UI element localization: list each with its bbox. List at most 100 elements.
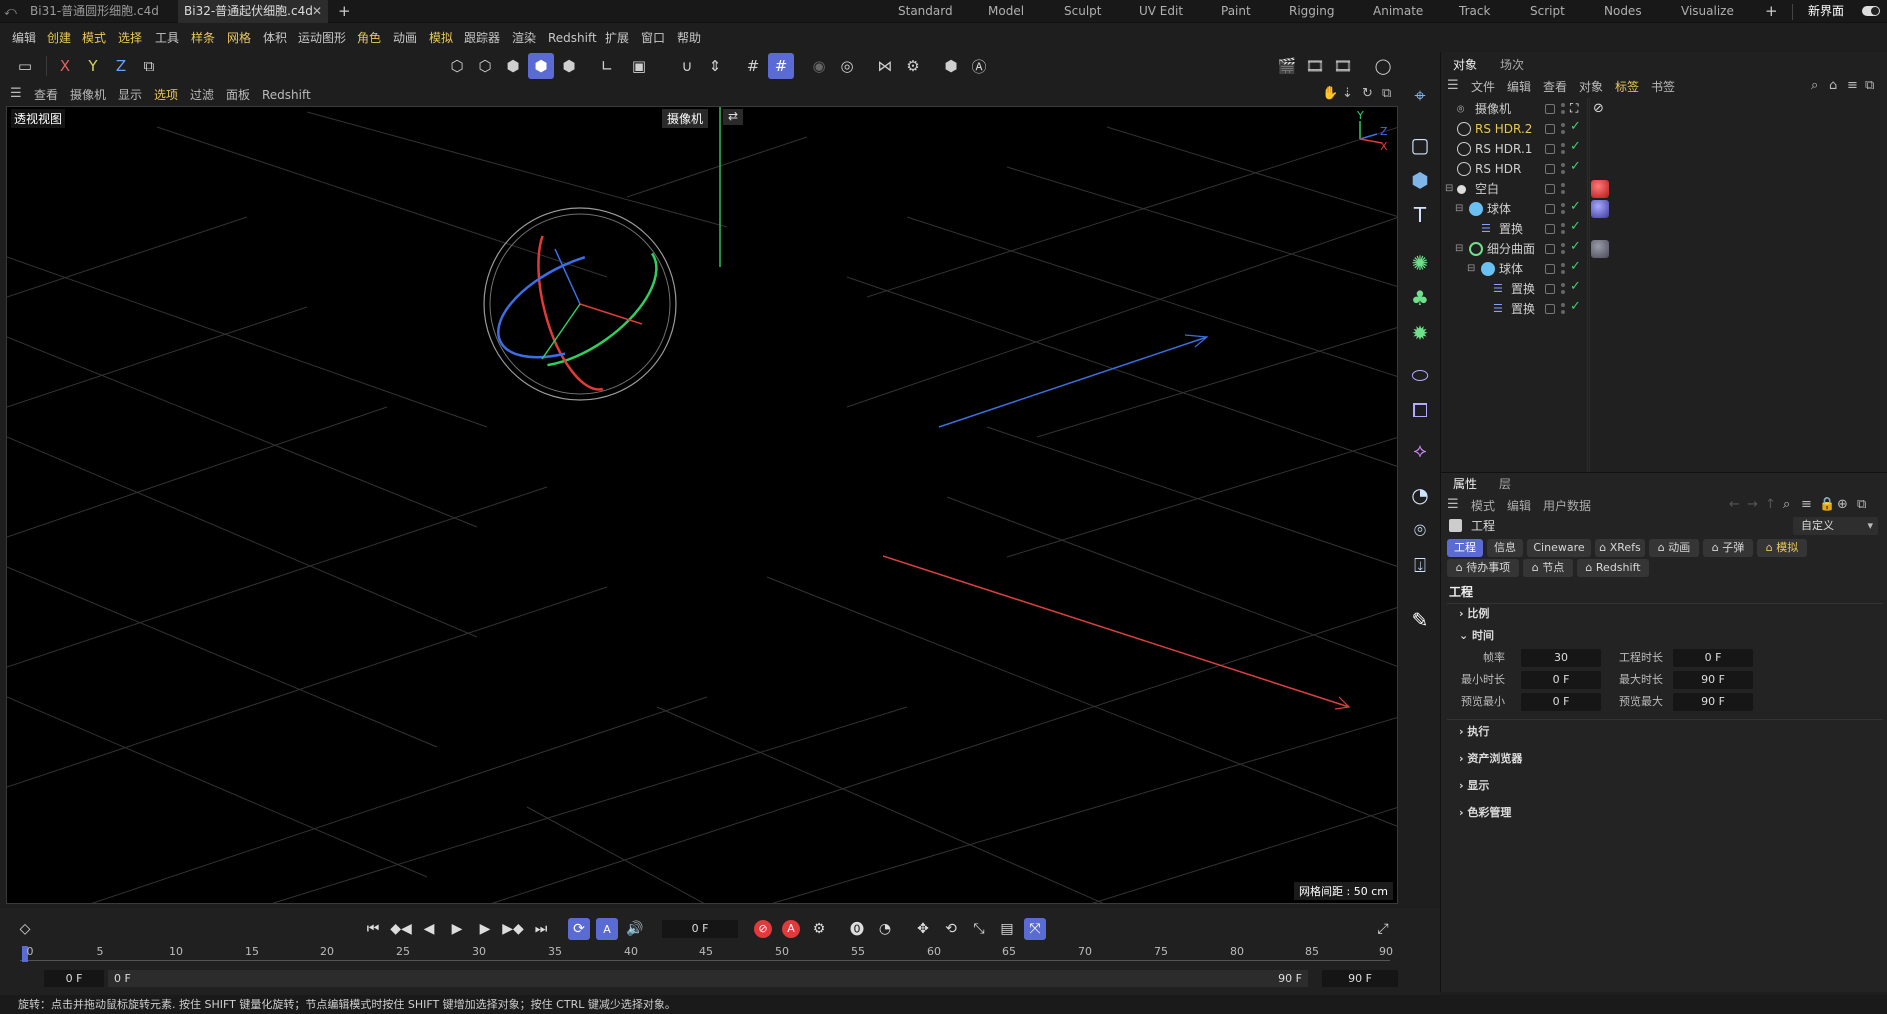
om-menu-tags[interactable]: 标签: [1615, 78, 1639, 96]
key-rotation-icon[interactable]: ⟲: [940, 918, 962, 940]
cube-outline-icon[interactable]: ▢: [1405, 130, 1435, 160]
visibility-dots[interactable]: [1561, 150, 1565, 154]
object-row-rs-hdr[interactable]: RS HDR: [1441, 159, 1591, 179]
texture-mode-icon[interactable]: ⬢: [556, 53, 582, 79]
no-render-tag-icon[interactable]: ⊘: [1593, 101, 1604, 116]
layer-checkbox[interactable]: [1545, 284, 1555, 294]
viewport-menu-camera[interactable]: 摄像机: [70, 86, 106, 104]
visibility-dots[interactable]: [1561, 243, 1565, 247]
current-frame-field[interactable]: 0 F: [662, 920, 738, 938]
close-tab-icon[interactable]: ✕: [312, 0, 322, 23]
active-camera-label[interactable]: 摄像机: [662, 109, 709, 128]
snap-settings-icon[interactable]: ⇕: [702, 53, 728, 79]
deformer-icon[interactable]: ⬭: [1405, 360, 1435, 390]
grid-snap-icon[interactable]: #: [740, 53, 766, 79]
chip-bullet[interactable]: ⌂ 子弹: [1703, 539, 1753, 557]
group-display[interactable]: › 显示: [1459, 777, 1489, 795]
back-icon[interactable]: ←: [1729, 497, 1740, 512]
fcurve-toggle-icon[interactable]: ⤢: [1372, 918, 1394, 940]
visibility-dots[interactable]: [1561, 203, 1565, 207]
render-settings-icon[interactable]: 🎞: [1330, 53, 1356, 79]
home-icon[interactable]: ⌂: [1829, 78, 1837, 93]
material-tag-purple[interactable]: [1591, 200, 1609, 218]
record-active-icon[interactable]: ⊘: [752, 918, 774, 940]
enabled-check-icon[interactable]: ✓: [1570, 259, 1581, 274]
move-view-icon[interactable]: ⇣: [1342, 86, 1353, 101]
range-start-field[interactable]: 0 F: [44, 970, 104, 987]
symmetry-icon[interactable]: ⋈: [872, 53, 898, 79]
visibility-dots[interactable]: [1561, 290, 1565, 294]
viewport-menu-filter[interactable]: 过滤: [190, 86, 214, 104]
chip-animation[interactable]: ⌂ 动画: [1649, 539, 1699, 557]
layer-checkbox[interactable]: [1545, 164, 1555, 174]
z-axis-lock-button[interactable]: Z: [108, 53, 134, 79]
enabled-check-icon[interactable]: ✓: [1570, 299, 1581, 314]
group-color-management[interactable]: › 色彩管理: [1459, 804, 1511, 822]
file-tab-bi32[interactable]: Bi32-普通起伏细胞.c4d ✕: [178, 0, 328, 23]
layout-tab-standard[interactable]: Standard: [898, 0, 953, 23]
add-tab-icon[interactable]: +: [338, 2, 351, 20]
collapse-icon[interactable]: ⊟: [1467, 259, 1475, 279]
layer-checkbox[interactable]: [1545, 184, 1555, 194]
layer-checkbox[interactable]: [1545, 204, 1555, 214]
layout-tab-nodes[interactable]: Nodes: [1604, 0, 1642, 23]
new-layout-button[interactable]: 新界面: [1808, 0, 1844, 23]
tab-takes[interactable]: 场次: [1500, 56, 1524, 74]
enabled-check-icon[interactable]: ✓: [1570, 139, 1581, 154]
environment-icon[interactable]: ◔: [1405, 480, 1435, 510]
viewport-menu-view[interactable]: 查看: [34, 86, 58, 104]
max-time-field[interactable]: 90 F: [1673, 671, 1753, 689]
layer-checkbox[interactable]: [1545, 124, 1555, 134]
file-tab-bi31[interactable]: Bi31-普通圆形细胞.c4d: [0, 0, 178, 23]
object-row-displacer-2[interactable]: ☰ 置换: [1441, 279, 1591, 299]
axis-mode-icon[interactable]: ∟: [594, 53, 620, 79]
om-menu-bookmarks[interactable]: 书签: [1651, 78, 1675, 96]
play-icon[interactable]: ▶: [446, 918, 468, 940]
visibility-dots[interactable]: [1561, 270, 1565, 274]
menu-window[interactable]: 窗口: [641, 26, 665, 50]
cloner-icon[interactable]: ✺: [1405, 248, 1435, 278]
visibility-dots[interactable]: [1561, 310, 1565, 314]
expand-icon[interactable]: ⧉: [1857, 497, 1866, 512]
chip-nodes[interactable]: ⌂ 节点: [1523, 559, 1573, 577]
search-icon[interactable]: ⌕: [1811, 78, 1818, 93]
mograph-icon[interactable]: ♣: [1405, 283, 1435, 313]
menu-tools[interactable]: 工具: [155, 26, 179, 50]
visibility-dots[interactable]: [1561, 250, 1565, 254]
render-view-icon[interactable]: 🎬: [1274, 53, 1300, 79]
visibility-dots[interactable]: [1561, 263, 1565, 267]
object-row-displacer[interactable]: ☰ 置换: [1441, 219, 1591, 239]
visibility-dots[interactable]: [1561, 103, 1565, 107]
key-position-icon[interactable]: ✥: [912, 918, 934, 940]
attr-menu-user-data[interactable]: 用户数据: [1543, 497, 1591, 515]
snap-magnet-icon[interactable]: ∪: [674, 53, 700, 79]
menu-mesh[interactable]: 网格: [227, 26, 251, 50]
go-to-end-icon[interactable]: ⏭: [530, 918, 552, 940]
layer-checkbox[interactable]: [1545, 264, 1555, 274]
viewport-menu-redshift[interactable]: Redshift: [262, 86, 311, 104]
viewport-menu-panel[interactable]: 面板: [226, 86, 250, 104]
pan-view-icon[interactable]: ✋: [1322, 86, 1338, 101]
maximize-view-icon[interactable]: ⧉: [1382, 86, 1391, 101]
layout-tab-uv-edit[interactable]: UV Edit: [1139, 0, 1183, 23]
cube-icon[interactable]: ⬢: [1405, 165, 1435, 195]
tab-layers[interactable]: 层: [1499, 475, 1511, 493]
point-level-animation-icon[interactable]: ⤧: [1024, 918, 1046, 940]
spline-generator-icon[interactable]: ⟡: [1405, 435, 1435, 465]
enabled-check-icon[interactable]: ✓: [1570, 279, 1581, 294]
visibility-dots[interactable]: [1561, 183, 1565, 187]
min-time-field[interactable]: 0 F: [1521, 671, 1601, 689]
rotate-gizmo[interactable]: [482, 207, 677, 401]
menu-volume[interactable]: 体积: [263, 26, 287, 50]
visibility-dots[interactable]: [1561, 110, 1565, 114]
enabled-check-icon[interactable]: ✓: [1570, 219, 1581, 234]
visibility-dots[interactable]: [1561, 170, 1565, 174]
loop-icon[interactable]: ⟳: [568, 918, 590, 940]
preview-min-field[interactable]: 0 F: [1521, 693, 1601, 711]
collapse-icon[interactable]: ⊟: [1455, 199, 1463, 219]
camera-target-icon[interactable]: ⛶: [1570, 101, 1578, 116]
range-end-field[interactable]: 90 F: [1322, 970, 1398, 987]
object-row-sphere-2[interactable]: ⊟ 球体: [1441, 259, 1591, 279]
next-key-icon[interactable]: ▶◆: [502, 918, 524, 940]
filter-icon[interactable]: ≡: [1847, 78, 1858, 93]
